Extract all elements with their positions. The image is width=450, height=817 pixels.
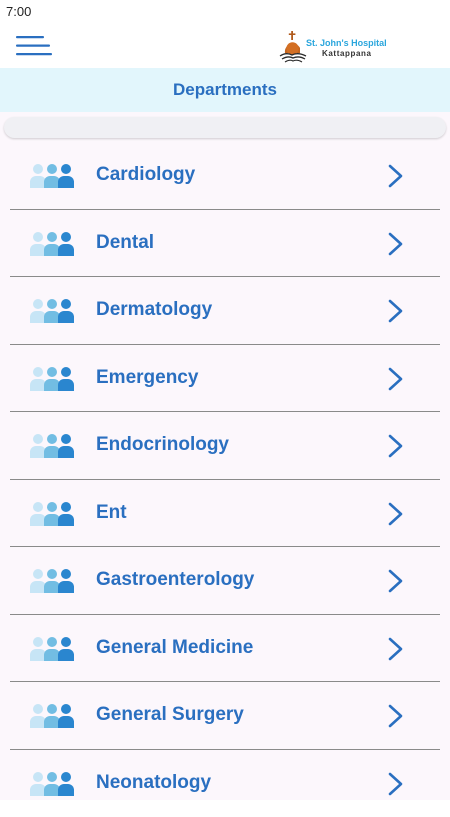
department-item-emergency[interactable]: Emergency [0, 345, 450, 413]
department-item-gastroenterology[interactable]: Gastroenterology [0, 547, 450, 615]
chevron-right-icon[interactable] [384, 568, 406, 594]
people-group-icon [30, 298, 74, 324]
department-label: Gastroenterology [96, 569, 254, 591]
chevron-right-icon[interactable] [384, 231, 406, 257]
department-label: Ent [96, 502, 127, 524]
department-label: Cardiology [96, 164, 195, 186]
chevron-right-icon[interactable] [384, 703, 406, 729]
people-group-icon [30, 636, 74, 662]
department-item-general-surgery[interactable]: General Surgery [0, 682, 450, 750]
department-item-dermatology[interactable]: Dermatology [0, 277, 450, 345]
department-item-cardiology[interactable]: Cardiology [0, 142, 450, 210]
people-group-icon [30, 163, 74, 189]
department-label: Neonatology [96, 772, 211, 794]
page-header: Departments [0, 68, 450, 112]
department-label: Endocrinology [96, 434, 229, 456]
people-group-icon [30, 703, 74, 729]
department-item-dental[interactable]: Dental [0, 210, 450, 278]
logo-hospital-name: St. John's Hospital [306, 38, 387, 48]
chevron-right-icon[interactable] [384, 501, 406, 527]
people-group-icon [30, 568, 74, 594]
hamburger-menu-icon[interactable] [16, 35, 52, 57]
people-group-icon [30, 501, 74, 527]
department-label: Dental [96, 232, 154, 254]
department-label: Emergency [96, 367, 198, 389]
department-item-endocrinology[interactable]: Endocrinology [0, 412, 450, 480]
status-bar: 7:00 [0, 0, 450, 24]
status-time: 7:00 [6, 4, 31, 19]
chevron-right-icon[interactable] [384, 433, 406, 459]
department-label: General Medicine [96, 637, 253, 659]
search-bar[interactable] [4, 117, 446, 138]
people-group-icon [30, 231, 74, 257]
people-group-icon [30, 433, 74, 459]
department-label: General Surgery [96, 704, 244, 726]
chevron-right-icon[interactable] [384, 366, 406, 392]
people-group-icon [30, 366, 74, 392]
app-bar: St. John's Hospital Kattappana [0, 24, 450, 68]
page-title: Departments [173, 80, 277, 100]
department-item-general-medicine[interactable]: General Medicine [0, 615, 450, 683]
department-item-neonatology[interactable]: Neonatology [0, 750, 450, 817]
department-label: Dermatology [96, 299, 212, 321]
chevron-right-icon[interactable] [384, 163, 406, 189]
hospital-logo: St. John's Hospital Kattappana [278, 31, 402, 63]
chevron-right-icon[interactable] [384, 636, 406, 662]
chevron-right-icon[interactable] [384, 771, 406, 797]
logo-place-name: Kattappana [322, 49, 372, 58]
people-group-icon [30, 771, 74, 797]
departments-content: Cardiology Dental Dermatology Emergency … [0, 112, 450, 800]
departments-list: Cardiology Dental Dermatology Emergency … [0, 142, 450, 817]
chevron-right-icon[interactable] [384, 298, 406, 324]
department-item-ent[interactable]: Ent [0, 480, 450, 548]
hospital-emblem-icon [278, 31, 308, 63]
